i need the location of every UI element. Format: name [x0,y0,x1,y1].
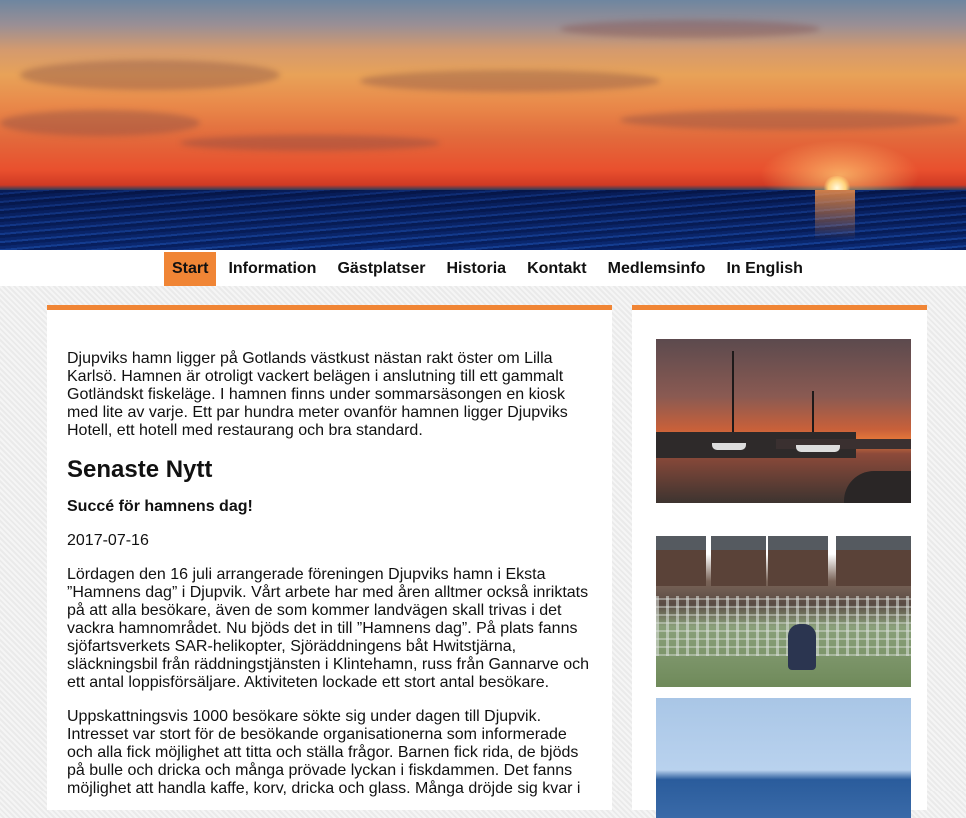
news-heading: Senaste Nytt [67,456,213,483]
coast-photo [656,698,911,818]
harbor-sunset-photo [656,339,911,503]
sidebar-panel [632,305,927,818]
header-banner-image [0,0,966,250]
nav-item-medlemsinfo[interactable]: Medlemsinfo [600,252,714,286]
nav-item-in-english[interactable]: In English [718,252,810,286]
news-paragraph: Lördagen den 16 juli arrangerade förenin… [67,566,590,691]
news-paragraph: Uppskattningsvis 1000 besökare sökte sig… [67,708,581,797]
intro-paragraph: Djupviks hamn ligger på Gotlands västkus… [67,350,568,439]
nav-item-start[interactable]: Start [164,252,217,286]
main-navigation: Start Information Gästplatser Historia K… [164,252,816,286]
news-date: 2017-07-16 [67,532,149,549]
news-title: Succé för hamnens dag! [67,498,253,515]
main-content-panel: Djupviks hamn ligger på Gotlands västkus… [47,305,612,810]
nav-item-gastplatser[interactable]: Gästplatser [329,252,433,286]
nav-item-historia[interactable]: Historia [439,252,515,286]
fishing-village-photo [656,536,911,687]
main-content: Djupviks hamn ligger på Gotlands västkus… [67,350,592,814]
nav-item-kontakt[interactable]: Kontakt [519,252,595,286]
nav-item-information[interactable]: Information [220,252,324,286]
